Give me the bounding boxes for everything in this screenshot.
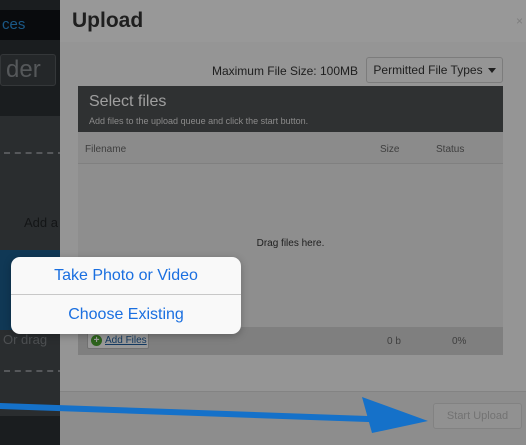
screen: ces der Add a Or drag Upload × Maximum F… [0, 0, 526, 445]
arrow-icon [0, 397, 428, 433]
